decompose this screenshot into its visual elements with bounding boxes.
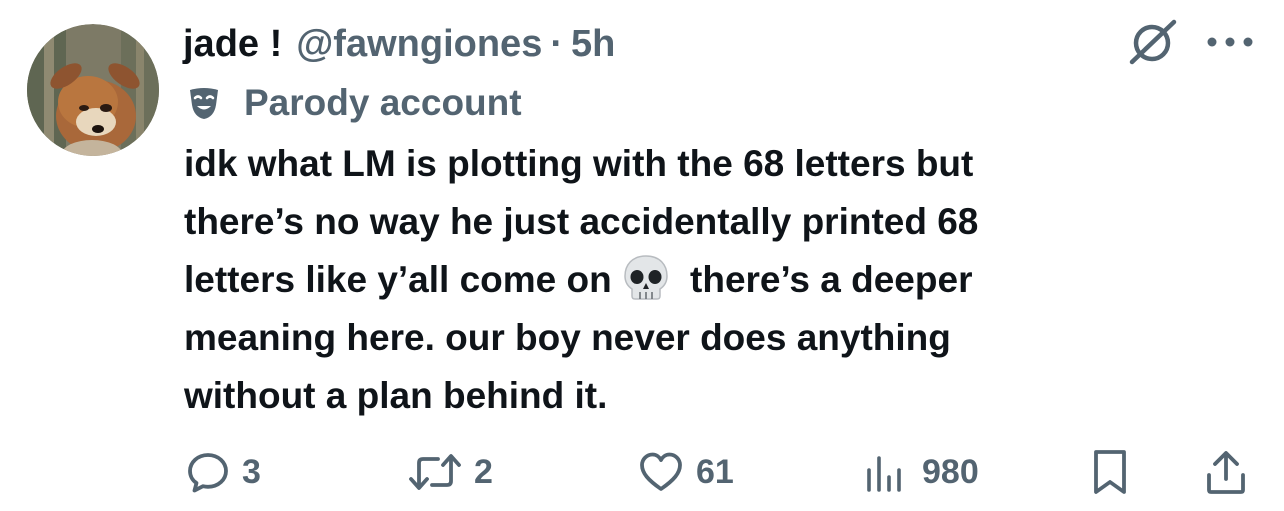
views-button[interactable]: 980 — [864, 440, 979, 504]
avatar[interactable] — [26, 24, 160, 156]
post-text: idk what LM is plotting with the 68 lett… — [184, 135, 1204, 425]
parody-label-text: Parody account — [244, 82, 522, 123]
action-bar: 3 2 61 980 — [0, 440, 1284, 504]
parody-label: Parody account — [186, 78, 522, 128]
more-options-icon[interactable] — [1200, 22, 1260, 62]
grok-icon[interactable] — [1124, 17, 1180, 67]
post-header: jade ! @fawngiones · 5h — [183, 16, 615, 72]
avatar-image — [27, 24, 159, 156]
post-text-line: letters like y’all come on there’s a dee… — [184, 251, 1204, 309]
view-count: 980 — [922, 452, 979, 491]
post-text-line: meaning here. our boy never does anythin… — [184, 317, 951, 358]
post-text-line: there’s no way he just accidentally prin… — [184, 201, 979, 242]
heart-icon — [638, 450, 684, 494]
repost-count: 2 — [474, 452, 493, 491]
repost-icon — [408, 450, 462, 494]
share-button[interactable] — [1204, 440, 1248, 504]
reply-icon — [186, 450, 230, 494]
skull-emoji — [620, 252, 672, 304]
repost-button[interactable]: 2 — [408, 440, 493, 504]
reply-button[interactable]: 3 — [186, 440, 261, 504]
bookmark-icon — [1090, 448, 1130, 496]
like-button[interactable]: 61 — [638, 440, 734, 504]
theater-mask-icon — [186, 85, 222, 121]
post-text-line: without a plan behind it. — [184, 375, 608, 416]
post-text-segment: there’s a deeper — [690, 259, 973, 300]
display-name[interactable]: jade ! — [183, 16, 282, 72]
post-time[interactable]: 5h — [571, 16, 615, 72]
like-count: 61 — [696, 452, 734, 491]
post-text-segment: letters like y’all come on — [184, 259, 612, 300]
share-icon — [1204, 448, 1248, 496]
post-text-line: idk what LM is plotting with the 68 lett… — [184, 143, 974, 184]
separator-dot: · — [550, 23, 563, 65]
user-handle[interactable]: @fawngiones — [296, 16, 542, 72]
bookmark-button[interactable] — [1090, 440, 1130, 504]
analytics-bars-icon — [864, 450, 910, 494]
reply-count: 3 — [242, 452, 261, 491]
